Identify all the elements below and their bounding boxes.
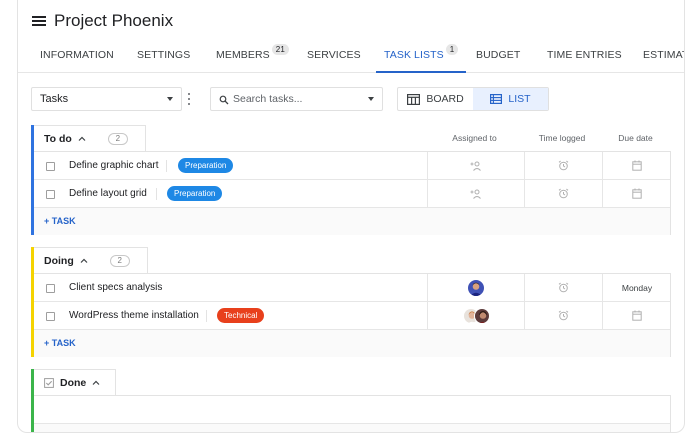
add-user-icon[interactable] <box>470 189 482 199</box>
task-row[interactable]: Client specs analysis Monday <box>32 274 670 302</box>
tab-settings[interactable]: SETTINGS <box>137 40 190 73</box>
group-header[interactable]: To do 2 <box>31 125 146 151</box>
add-task-button[interactable]: + TASK <box>32 208 670 235</box>
page-title: Project Phoenix <box>54 11 174 30</box>
group-body: Client specs analysis Monday WordPress t… <box>31 273 671 357</box>
list-icon <box>490 94 503 104</box>
avatar[interactable] <box>473 307 490 324</box>
time-cell[interactable] <box>524 180 602 207</box>
calendar-icon[interactable] <box>632 188 642 199</box>
group-color-bar <box>31 247 34 357</box>
calendar-icon[interactable] <box>632 310 642 321</box>
task-row[interactable]: Define layout grid Preparation <box>32 180 670 208</box>
tab-budget[interactable]: BUDGET <box>476 40 520 73</box>
task-list-select[interactable]: Tasks <box>31 87 182 111</box>
tab-information[interactable]: INFORMATION <box>40 40 114 73</box>
tab-members[interactable]: MEMBERS 21 <box>216 40 289 73</box>
divider <box>166 160 167 172</box>
search-input[interactable] <box>233 88 363 110</box>
tab-estimates[interactable]: ESTIMATI <box>643 40 684 73</box>
column-header-due: Due date <box>618 133 653 143</box>
task-count-badge: 2 <box>109 254 130 267</box>
add-task-button[interactable]: + TASK <box>32 330 670 357</box>
tag-badge[interactable]: Technical <box>217 308 265 323</box>
due-date-text: Monday <box>621 282 653 293</box>
avatar[interactable] <box>468 279 484 296</box>
task-checkbox[interactable] <box>46 284 55 293</box>
chevron-up-icon[interactable] <box>80 257 88 265</box>
alarm-clock-icon[interactable] <box>558 188 569 199</box>
task-lists-count-badge: 1 <box>445 44 459 55</box>
chevron-up-icon[interactable] <box>78 135 86 143</box>
alarm-clock-icon[interactable] <box>558 310 569 321</box>
tag-badge[interactable]: Preparation <box>178 158 234 173</box>
task-checkbox[interactable] <box>46 190 55 199</box>
due-date-cell[interactable] <box>602 180 671 207</box>
group-header[interactable]: Done <box>31 369 116 395</box>
tab-bar: INFORMATION SETTINGS MEMBERS 21 SERVICES … <box>18 40 684 73</box>
header: Project Phoenix <box>32 10 173 32</box>
assign-cell[interactable] <box>427 274 524 301</box>
project-panel: Project Phoenix INFORMATION SETTINGS MEM… <box>17 0 685 433</box>
task-row[interactable]: WordPress theme installation Technical <box>32 302 670 330</box>
column-header-time: Time logged <box>538 133 586 143</box>
column-header-assigned: Assigned to <box>452 133 497 143</box>
caret-down-icon[interactable] <box>368 97 374 101</box>
group-color-bar <box>31 125 34 235</box>
toolbar: Tasks BOARD LIST <box>18 87 684 113</box>
time-cell[interactable] <box>524 152 602 179</box>
group-body <box>31 395 671 432</box>
tab-time-entries[interactable]: TIME ENTRIES <box>547 40 622 73</box>
task-count-badge: 2 <box>107 132 128 145</box>
tab-services[interactable]: SERVICES <box>307 40 361 73</box>
time-cell[interactable] <box>524 302 602 329</box>
alarm-clock-icon[interactable] <box>558 282 569 293</box>
list-view-button[interactable]: LIST <box>473 88 548 110</box>
calendar-icon[interactable] <box>632 160 642 171</box>
due-date-cell[interactable] <box>602 152 671 179</box>
assign-cell[interactable] <box>427 152 524 179</box>
more-vertical-icon[interactable] <box>187 93 191 105</box>
time-cell[interactable] <box>524 274 602 301</box>
task-name[interactable]: Define layout grid <box>69 180 147 207</box>
alarm-clock-icon[interactable] <box>558 160 569 171</box>
assign-cell[interactable] <box>427 302 524 329</box>
task-checkbox[interactable] <box>46 312 55 321</box>
task-name[interactable]: WordPress theme installation <box>69 302 199 329</box>
search-field[interactable] <box>210 87 383 111</box>
group-body: Define graphic chart Preparation Define … <box>31 151 671 235</box>
task-row[interactable]: Define graphic chart Preparation <box>32 152 670 180</box>
add-user-icon[interactable] <box>470 161 482 171</box>
board-view-button[interactable]: BOARD <box>398 88 473 110</box>
due-date-cell[interactable] <box>602 302 671 329</box>
checkbox-checked-icon <box>44 377 54 388</box>
members-count-badge: 21 <box>271 44 289 55</box>
tag-badge[interactable]: Preparation <box>167 186 223 201</box>
chevron-up-icon[interactable] <box>92 379 100 387</box>
due-date-cell[interactable]: Monday <box>602 274 671 301</box>
divider <box>156 188 157 200</box>
divider <box>206 310 207 322</box>
assign-cell[interactable] <box>427 180 524 207</box>
empty-row <box>32 396 670 424</box>
task-name[interactable]: Client specs analysis <box>69 274 162 301</box>
view-switcher: BOARD LIST <box>397 87 549 111</box>
task-checkbox[interactable] <box>46 162 55 171</box>
hamburger-icon[interactable] <box>32 16 46 26</box>
search-icon <box>219 95 229 105</box>
avatar-group <box>462 307 490 324</box>
board-icon <box>407 93 421 105</box>
group-header[interactable]: Doing 2 <box>31 247 148 273</box>
tab-task-lists[interactable]: TASK LISTS 1 <box>375 40 467 73</box>
group-color-bar <box>31 369 34 432</box>
caret-down-icon <box>167 97 173 101</box>
task-name[interactable]: Define graphic chart <box>69 152 159 179</box>
